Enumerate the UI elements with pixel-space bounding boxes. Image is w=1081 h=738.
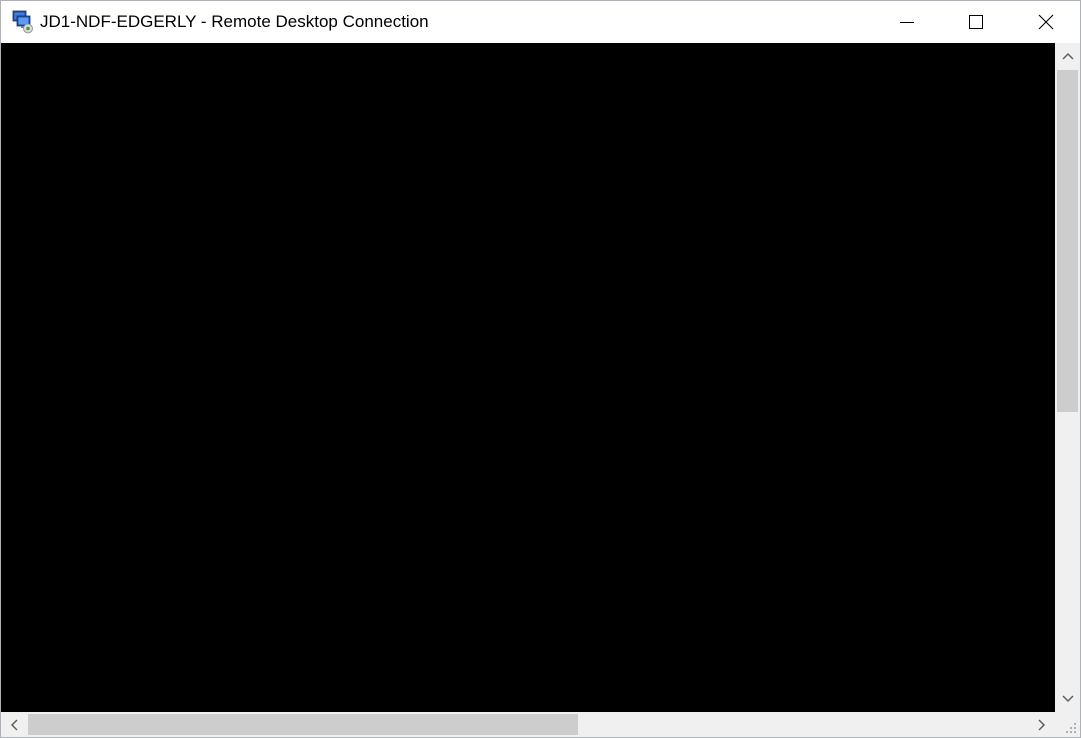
close-button[interactable] xyxy=(1011,1,1080,43)
scroll-up-button[interactable] xyxy=(1055,43,1080,69)
scroll-left-button[interactable] xyxy=(1,712,27,737)
chevron-down-icon xyxy=(1061,695,1074,703)
maximize-icon xyxy=(969,15,983,29)
scroll-right-button[interactable] xyxy=(1029,712,1055,737)
chevron-up-icon xyxy=(1061,52,1074,60)
chevron-left-icon xyxy=(10,718,18,731)
horizontal-scrollbar[interactable] xyxy=(1,712,1055,737)
resize-grip[interactable] xyxy=(1055,712,1080,737)
remote-session-display[interactable] xyxy=(1,43,1055,712)
title-bar[interactable]: JD1-NDF-EDGERLY - Remote Desktop Connect… xyxy=(1,1,1080,43)
scroll-down-button[interactable] xyxy=(1055,686,1080,712)
remote-desktop-window: JD1-NDF-EDGERLY - Remote Desktop Connect… xyxy=(0,0,1081,738)
minimize-icon xyxy=(900,22,914,23)
vertical-scroll-thumb[interactable] xyxy=(1057,70,1078,412)
chevron-right-icon xyxy=(1038,718,1046,731)
close-icon xyxy=(1038,14,1054,30)
window-title: JD1-NDF-EDGERLY - Remote Desktop Connect… xyxy=(40,12,429,31)
minimize-button[interactable] xyxy=(872,1,942,43)
vertical-scrollbar[interactable] xyxy=(1055,43,1080,712)
maximize-button[interactable] xyxy=(941,1,1011,43)
horizontal-scroll-thumb[interactable] xyxy=(28,714,578,735)
resize-grip-icon xyxy=(1066,723,1076,733)
remote-desktop-icon[interactable] xyxy=(11,10,35,34)
